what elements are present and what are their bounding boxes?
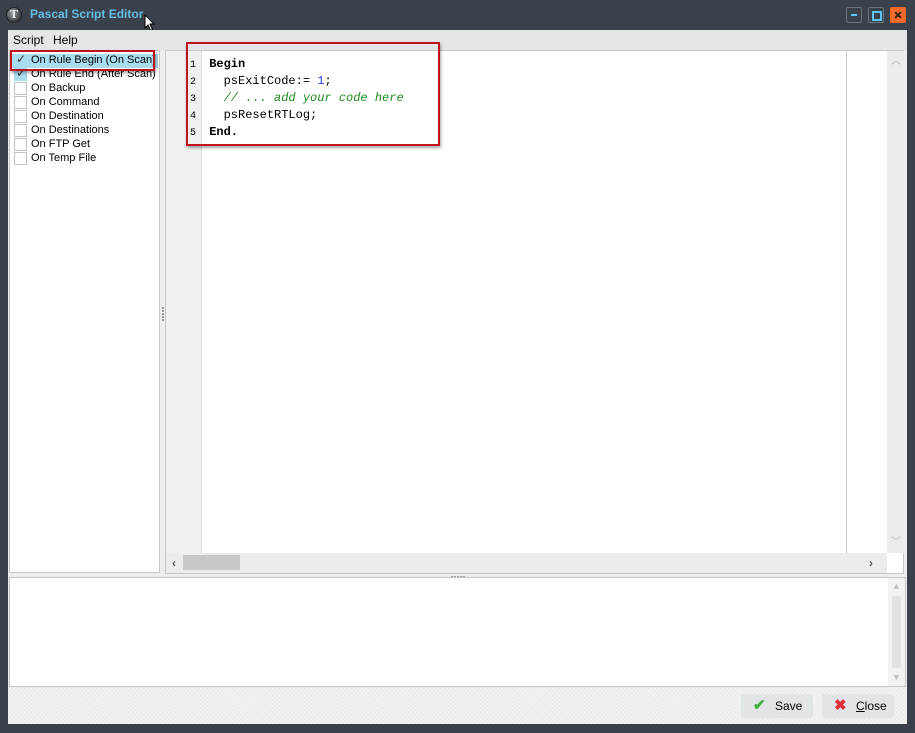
event-label: On Backup — [31, 82, 86, 94]
event-item-on-ftp-get[interactable]: On FTP Get — [12, 138, 158, 152]
event-label: On Temp File — [31, 152, 97, 164]
line-number: 5 — [190, 128, 197, 139]
menu-help[interactable]: Help — [53, 33, 78, 47]
event-label: On Command — [31, 96, 100, 108]
event-item-on-command[interactable]: On Command — [12, 96, 158, 110]
line-number: 3 — [190, 94, 197, 105]
code-token-plain: psResetRTLog; — [223, 108, 318, 122]
event-label: On Destination — [31, 110, 104, 122]
save-button[interactable]: ✔ Save — [741, 694, 813, 718]
checkmark-icon: ✓ — [16, 52, 27, 66]
event-checkbox[interactable] — [14, 124, 27, 137]
close-button[interactable]: ✖ Close — [822, 694, 894, 718]
code-token-comment: // ... add your code here — [223, 91, 404, 105]
window-title: Pascal Script Editor — [30, 7, 144, 21]
close-label: Close — [856, 699, 887, 713]
scroll-down-icon[interactable]: ﹀ — [891, 538, 901, 548]
scroll-up-icon[interactable]: ︿ — [891, 57, 901, 67]
line-number: 1 — [190, 60, 197, 71]
event-item-on-temp-file[interactable]: On Temp File — [12, 152, 158, 166]
scroll-down-icon[interactable]: ▼ — [891, 672, 902, 682]
right-margin-line — [846, 51, 847, 553]
title-bar[interactable]: T Pascal Script Editor — [0, 0, 915, 32]
output-vertical-scrollbar[interactable]: ▲ ▼ — [888, 578, 905, 686]
menu-bar: Script Help — [8, 30, 907, 50]
footer-bar: ✔ Save ✖ Close — [8, 688, 907, 724]
code-token-plain: ; — [324, 74, 332, 88]
code-line[interactable]: 1 Begin — [190, 56, 404, 73]
checkmark-icon: ✓ — [16, 66, 27, 80]
event-item-on-destination[interactable]: On Destination — [12, 110, 158, 124]
scroll-up-icon[interactable]: ▲ — [891, 581, 902, 591]
output-panel[interactable]: ▲ ▼ — [9, 577, 906, 687]
horizontal-scroll-thumb[interactable] — [183, 555, 240, 570]
menu-script[interactable]: Script — [13, 33, 44, 47]
scroll-left-icon[interactable]: ‹ — [172, 556, 176, 570]
red-x-icon: ✖ — [834, 697, 847, 714]
code-line[interactable]: 5 End. — [190, 124, 404, 141]
minimize-button[interactable] — [846, 7, 862, 23]
event-checkbox[interactable]: ✓ — [14, 66, 27, 81]
code-token-plain: psExitCode:= — [223, 74, 318, 88]
code-token-keyword: End. — [209, 125, 239, 139]
save-label: Save — [775, 699, 803, 713]
editor-horizontal-scrollbar[interactable]: ‹ › — [166, 553, 887, 573]
event-list: ✓ On Rule Begin (On Scan) ✓ On Rule End … — [9, 50, 160, 573]
event-item-on-destinations[interactable]: On Destinations — [12, 124, 158, 138]
event-label: On Rule Begin (On Scan) — [31, 54, 156, 66]
code-area[interactable]: 1 Begin 2 psExitCode:= 1; 3 // ... add you… — [190, 56, 404, 141]
event-item-on-rule-end[interactable]: ✓ On Rule End (After Scan) — [12, 66, 158, 82]
line-number: 4 — [190, 111, 197, 122]
event-checkbox[interactable] — [14, 110, 27, 123]
scroll-right-icon[interactable]: › — [869, 556, 873, 570]
output-scroll-thumb[interactable] — [892, 596, 901, 668]
code-line[interactable]: 4 psResetRTLog; — [190, 107, 404, 124]
event-checkbox[interactable] — [14, 96, 27, 109]
code-editor[interactable]: 1 Begin 2 psExitCode:= 1; 3 // ... add you… — [165, 50, 904, 574]
event-checkbox[interactable] — [14, 82, 27, 95]
checkmark-icon: ✔ — [753, 697, 766, 714]
editor-vertical-scrollbar[interactable]: ︿ ﹀ — [887, 51, 904, 553]
event-label: On Destinations — [31, 124, 110, 136]
app-logo-icon: T — [6, 7, 22, 23]
line-number: 2 — [190, 77, 197, 88]
pascal-script-editor-window: T Pascal Script Editor Script Help ✓ On … — [0, 0, 915, 733]
code-token-keyword: Begin — [209, 57, 246, 71]
code-line[interactable]: 3 // ... add your code here — [190, 90, 404, 107]
event-item-on-rule-begin[interactable]: ✓ On Rule Begin (On Scan) — [12, 52, 158, 68]
event-checkbox[interactable] — [14, 138, 27, 151]
event-label: On FTP Get — [31, 138, 91, 150]
maximize-button[interactable] — [868, 7, 884, 23]
client-area: Script Help ✓ On Rule Begin (On Scan) ✓ … — [8, 30, 907, 724]
code-line[interactable]: 2 psExitCode:= 1; — [190, 73, 404, 90]
close-window-button[interactable] — [890, 7, 906, 23]
event-checkbox[interactable] — [14, 152, 27, 165]
event-label: On Rule End (After Scan) — [31, 68, 156, 80]
event-item-on-backup[interactable]: On Backup — [12, 82, 158, 96]
